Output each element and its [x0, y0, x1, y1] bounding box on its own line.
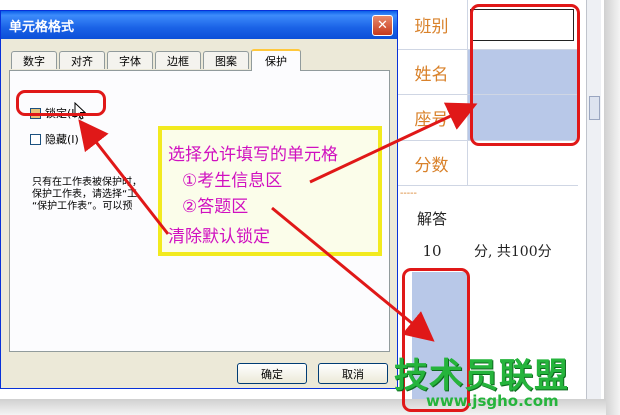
arrow-to-answer-area — [271, 206, 435, 342]
arrow-to-locked-option — [78, 119, 170, 235]
watermark-logo: 技术员联盟 — [394, 356, 569, 396]
watermark-url: www.jsgho.com — [426, 392, 559, 410]
arrow-to-info-cells — [309, 102, 478, 184]
tab-protection[interactable]: 保护 — [251, 49, 301, 71]
